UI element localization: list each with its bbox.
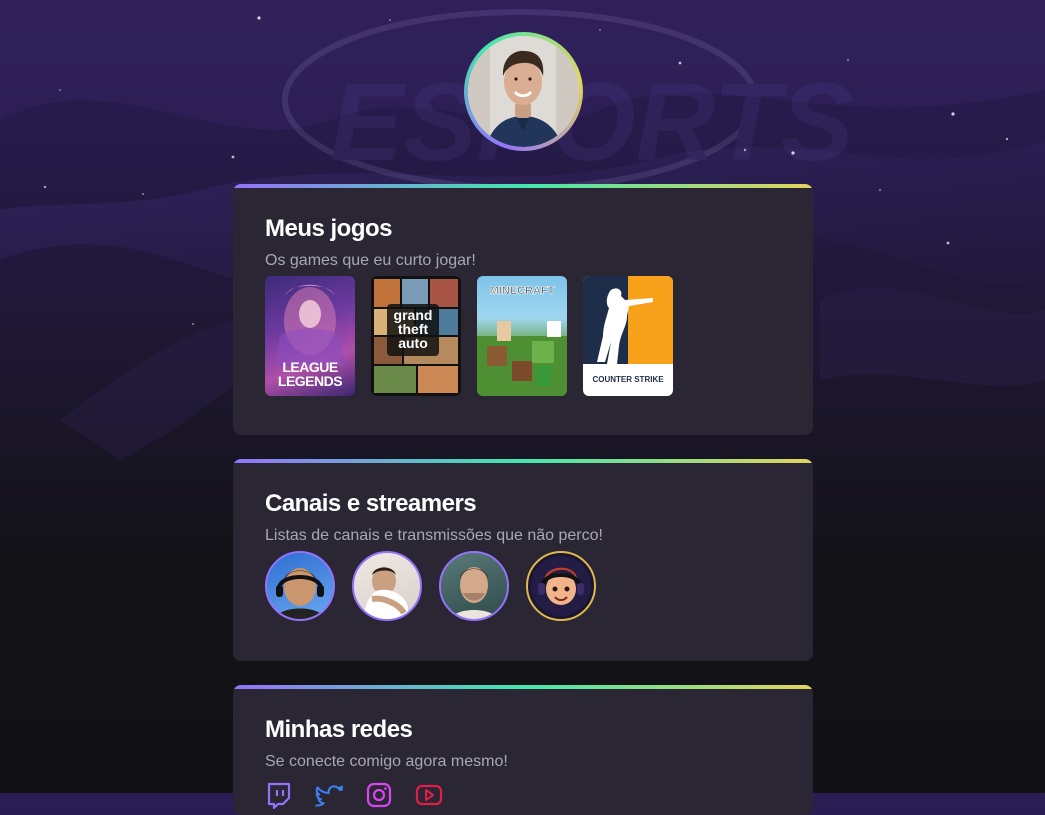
streamers-card-title: Canais e streamers (265, 490, 477, 517)
streamer-avatar-1[interactable] (265, 551, 335, 621)
lol-cover-text-1: LEAGUE (282, 359, 338, 375)
games-card-subtitle: Os games que eu curto jogar! (265, 252, 476, 269)
instagram-icon[interactable] (365, 781, 393, 809)
streamers-list (265, 551, 781, 621)
social-card-subtitle: Se conecte comigo agora mesmo! (265, 753, 508, 770)
games-list: LEAGUE LEGENDS grand theft auto MINECRAF… (265, 276, 781, 396)
games-card: Meus jogos Os games que eu curto jogar! … (233, 184, 813, 435)
svg-text:ESPORTS: ESPORTS (330, 61, 854, 184)
social-links (265, 781, 781, 809)
twitch-icon[interactable] (265, 781, 293, 809)
svg-text:COUNTER STRIKE: COUNTER STRIKE (592, 375, 664, 384)
profile-avatar (464, 32, 583, 151)
game-cover-league-of-legends[interactable]: LEAGUE LEGENDS (265, 276, 355, 396)
social-card: Minhas redes Se conecte comigo agora mes… (233, 685, 813, 815)
svg-text:auto: auto (398, 335, 428, 351)
games-card-title: Meus jogos (265, 215, 393, 242)
game-cover-gta-v[interactable]: grand theft auto (371, 276, 461, 396)
streamer-avatar-4[interactable] (526, 551, 596, 621)
streamer-avatar-3[interactable] (439, 551, 509, 621)
streamers-card-subtitle: Listas de canais e transmissões que não … (265, 527, 603, 544)
svg-text:MINECRAFT: MINECRAFT (490, 285, 555, 297)
profile-photo (468, 36, 579, 147)
social-card-title: Minhas redes (265, 716, 413, 743)
game-cover-minecraft[interactable]: MINECRAFT (477, 276, 567, 396)
streamer-avatar-2[interactable] (352, 551, 422, 621)
youtube-icon[interactable] (415, 781, 443, 809)
streamers-card: Canais e streamers Listas de canais e tr… (233, 459, 813, 661)
twitter-icon[interactable] (315, 781, 343, 809)
lol-cover-text-2: LEGENDS (277, 373, 343, 389)
game-cover-counter-strike[interactable]: COUNTER STRIKE (583, 276, 673, 396)
